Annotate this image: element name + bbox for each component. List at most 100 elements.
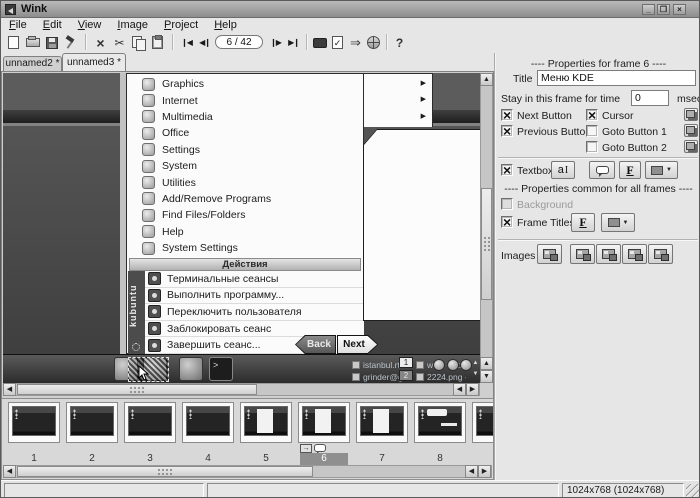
goto-button-1-checkbox[interactable] (586, 125, 598, 137)
images-label: Images (501, 250, 535, 262)
web-button[interactable] (365, 34, 382, 51)
scroll-up-icon[interactable]: ▲ (480, 73, 493, 86)
frame-titles-font-button[interactable]: F (571, 213, 595, 232)
prev-frame-button[interactable]: ◀❙ (196, 34, 213, 51)
frame-thumbnail[interactable] (8, 402, 60, 443)
cut-button[interactable]: ✂ (111, 34, 128, 51)
scroll-left-icon[interactable]: ◀ (453, 383, 466, 396)
view-rendered-button[interactable]: ✓ (329, 34, 346, 51)
menu-item[interactable]: Project (156, 18, 206, 32)
frame-title-input[interactable] (537, 70, 696, 86)
frame-thumbnail[interactable] (472, 402, 494, 443)
goto-button-2-picker[interactable] (684, 140, 698, 153)
frame-thumbnail[interactable] (240, 402, 292, 443)
new-project-button[interactable] (5, 34, 22, 51)
frame-titles-color-button[interactable]: ▼ (601, 213, 635, 232)
frame-number[interactable]: 2 (68, 453, 116, 465)
help-button[interactable]: ? (391, 34, 408, 51)
last-frame-button[interactable]: ▶❙ (285, 34, 302, 51)
close-button[interactable]: × (673, 4, 686, 15)
cursor-picker-button[interactable] (684, 108, 698, 121)
maximize-button[interactable]: ❐ (657, 4, 670, 15)
vscrollbar-thumb[interactable] (481, 188, 492, 300)
frame-number[interactable]: 7 (358, 453, 406, 465)
first-frame-button[interactable]: ❙◀ (178, 34, 195, 51)
menu-item[interactable]: Help (206, 18, 245, 32)
menu-item[interactable]: Edit (35, 18, 70, 32)
scroll-right-icon[interactable]: ▶ (478, 465, 491, 478)
scroll-left-icon[interactable]: ◀ (3, 383, 16, 396)
textbox-color-button[interactable]: ▼ (645, 161, 678, 179)
scroll-up-icon[interactable]: ▲ (480, 357, 493, 370)
render-button[interactable] (62, 34, 79, 51)
filmstrip-frame[interactable]: → 5 (240, 399, 292, 465)
open-project-button[interactable] (24, 34, 41, 51)
filmstrip-frame[interactable]: → 1 (8, 399, 60, 465)
frame-counter-field[interactable] (215, 35, 263, 49)
textbox-shape-button[interactable] (589, 161, 615, 179)
resize-grip[interactable] (686, 484, 700, 498)
delete-frame-button[interactable]: × (92, 34, 109, 51)
scroll-left-icon[interactable]: ◀ (3, 465, 16, 478)
scroll-down-icon[interactable]: ▼ (480, 370, 493, 383)
frame-thumbnail[interactable] (414, 402, 466, 443)
kmenu-action-label: Переключить пользователя (167, 306, 302, 318)
title-bar[interactable]: Wink _ ❐ × (1, 1, 699, 18)
save-project-button[interactable] (43, 34, 60, 51)
copy-button[interactable] (130, 34, 147, 51)
filmstrip-frame[interactable]: → (472, 399, 494, 465)
image-tool-button-3[interactable] (596, 244, 621, 264)
previous-button-checkbox[interactable] (501, 125, 513, 137)
filmstrip-frame[interactable]: → 6 (298, 399, 350, 465)
frame-number[interactable] (474, 453, 494, 465)
frame-number[interactable]: 3 (126, 453, 174, 465)
frame-thumbnail[interactable] (124, 402, 176, 443)
export-button[interactable]: ⇒ (347, 34, 364, 51)
goto-button-1-picker[interactable] (684, 124, 698, 137)
image-tool-button-1[interactable] (537, 244, 562, 264)
frame-number[interactable]: 8 (416, 453, 464, 465)
image-tool-button-2[interactable] (570, 244, 595, 264)
filmstrip-frame[interactable]: → 3 (124, 399, 176, 465)
frame-canvas[interactable]: ▶ ▶ ▶ Graphics Internet (1, 71, 494, 399)
minimize-button[interactable]: _ (642, 4, 655, 15)
image-tool-button-4[interactable] (622, 244, 647, 264)
frame-number[interactable]: 5 (242, 453, 290, 465)
filmstrip-thumb[interactable] (17, 466, 313, 477)
filmstrip-scrollbar[interactable]: ◀ ◀ ▶ (3, 465, 492, 478)
filmstrip-frame[interactable]: → 7 (356, 399, 408, 465)
render-settings-button[interactable] (311, 34, 328, 51)
menu-item[interactable]: File (1, 18, 35, 32)
hscrollbar-thumb[interactable] (17, 384, 257, 395)
menu-item[interactable]: Image (109, 18, 156, 32)
cursor-checkbox[interactable] (586, 109, 598, 121)
frame-thumbnail[interactable] (298, 402, 350, 443)
tab-unnamed2[interactable]: unnamed2 * (3, 56, 62, 71)
frame-thumbnail[interactable] (182, 402, 234, 443)
frame-thumbnail[interactable] (356, 402, 408, 443)
frame-number[interactable]: 6 (300, 453, 348, 465)
stay-time-input[interactable] (631, 90, 669, 106)
filmstrip-frame[interactable]: → 8 (414, 399, 466, 465)
filmstrip-frame[interactable]: → 2 (66, 399, 118, 465)
image-tool-button-5[interactable] (648, 244, 673, 264)
canvas-viewport[interactable]: ▶ ▶ ▶ Graphics Internet (3, 73, 480, 383)
frame-thumbnail[interactable] (66, 402, 118, 443)
next-frame-button[interactable]: ❙▶ (267, 34, 284, 51)
textbox-checkbox[interactable] (501, 164, 513, 176)
textbox-font-button[interactable]: F (619, 161, 641, 179)
tab-unnamed3[interactable]: unnamed3 * (62, 53, 126, 71)
textbox-edit-button[interactable]: aI (551, 161, 575, 179)
scroll-right-icon[interactable]: ▶ (466, 383, 479, 396)
next-button-checkbox[interactable] (501, 109, 513, 121)
canvas-hscrollbar[interactable]: ◀ ◀ ▶ (3, 383, 480, 396)
frame-number[interactable]: 4 (184, 453, 232, 465)
scroll-left-icon[interactable]: ◀ (465, 465, 478, 478)
frame-number[interactable]: 1 (10, 453, 58, 465)
canvas-vscrollbar[interactable]: ▲ ▲ ▼ (480, 73, 493, 383)
frame-titles-checkbox[interactable] (501, 216, 513, 228)
filmstrip-frame[interactable]: → 4 (182, 399, 234, 465)
goto-button-2-checkbox[interactable] (586, 141, 598, 153)
paste-button[interactable] (149, 34, 166, 51)
menu-item[interactable]: View (70, 18, 110, 32)
